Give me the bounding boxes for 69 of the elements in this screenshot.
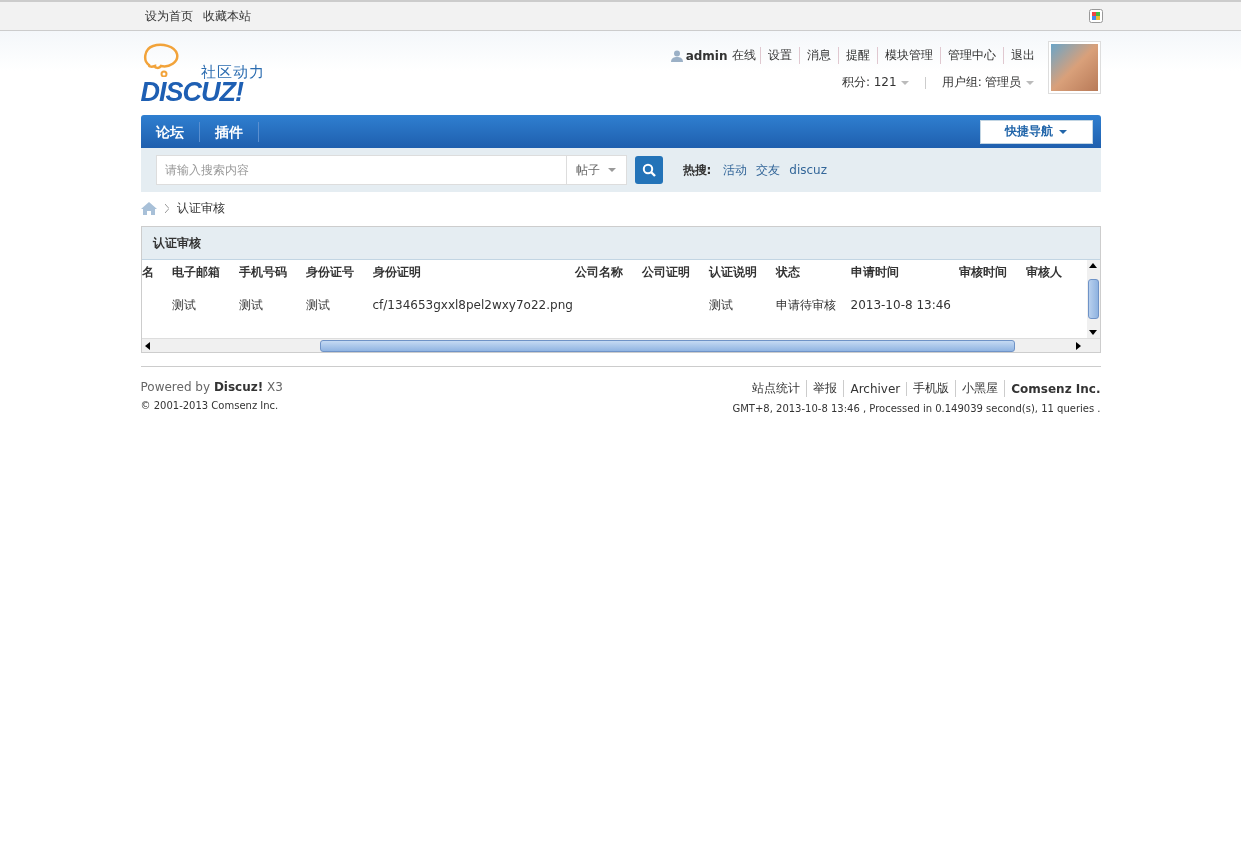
powered-by-text: Powered by Discuz! X3 (140, 380, 283, 394)
table-cell-text: cf/134653gxxl8pel2wxy7o22.png (372, 298, 574, 312)
avatar[interactable] (1047, 41, 1101, 94)
top-link[interactable]: 收藏本站 (202, 7, 251, 25)
username-link[interactable]: admin (685, 48, 728, 63)
user-menu-link[interactable]: 设置 (759, 47, 799, 64)
quick-nav-button[interactable]: 快捷导航 (979, 119, 1093, 144)
user-menu-link[interactable]: 管理中心 (939, 47, 1003, 64)
column-header: 审核人 (1025, 263, 1063, 281)
column-header: 名 (141, 263, 155, 281)
color-palette-icon[interactable] (1088, 9, 1103, 23)
photo-placeholder (1050, 44, 1098, 91)
down-arrow-icon[interactable] (1089, 330, 1097, 335)
nav-tab[interactable]: 插件 (199, 121, 259, 142)
search-field[interactable]: 请输入搜索内容 帖子 (155, 155, 627, 185)
hot-search-label: 热搜: (682, 161, 712, 179)
table-cell-text: 申请待审核 (775, 296, 837, 314)
up-arrow-icon[interactable] (1089, 263, 1097, 268)
table-cell-text: 2013-10-8 13:46 (850, 298, 952, 312)
column-header: 申请时间 (850, 263, 900, 281)
footer-link[interactable]: 小黑屋 (956, 380, 1006, 397)
user-menu-link[interactable]: 退出 (1002, 47, 1042, 64)
column-header: 认证说明 (708, 263, 758, 281)
copyright-text: © 2001-2013 Comsenz Inc. (140, 400, 279, 411)
user-menu-link[interactable]: 消息 (798, 47, 838, 64)
column-header: 公司名称 (574, 263, 624, 281)
horizontal-scrollbar[interactable] (141, 338, 1100, 352)
vertical-scrollbar[interactable] (1086, 260, 1100, 338)
breadcrumb-item: 认证审核 (176, 199, 225, 217)
company-link[interactable]: Comsenz Inc. (1005, 381, 1101, 396)
column-header: 电子邮箱 (171, 263, 221, 281)
caret-icon (1025, 80, 1034, 85)
footer-link[interactable]: 手机版 (907, 380, 957, 397)
column-header: 身份证明 (372, 263, 422, 281)
column-header: 状态 (775, 263, 801, 281)
user-menu-link[interactable]: 模块管理 (876, 47, 940, 64)
nav-tab[interactable]: 论坛 (140, 121, 200, 142)
hot-search-link[interactable]: 交友 (756, 161, 781, 179)
table-cell-text: 测试 (238, 296, 264, 314)
logo-tagline: 社区动力 (200, 63, 265, 82)
table-cell-text: 测试 (171, 296, 197, 314)
user-group-dropdown[interactable]: 用户组: 管理员 (941, 74, 1034, 91)
caret-icon (608, 168, 616, 172)
user-icon (670, 49, 683, 62)
table-cell-text: 测试 (708, 296, 734, 314)
footer-link[interactable]: 举报 (807, 380, 845, 397)
search-icon (641, 163, 656, 177)
right-arrow-icon[interactable] (1075, 341, 1081, 350)
credits-dropdown[interactable]: 积分: 121 (841, 74, 909, 91)
caret-icon (1059, 129, 1067, 134)
hot-search-link[interactable]: discuz (789, 163, 828, 177)
footer-link[interactable]: Archiver (844, 381, 908, 396)
column-header: 公司证明 (641, 263, 691, 281)
panel-title: 认证审核 (141, 227, 1100, 260)
hot-search-link[interactable]: 活动 (723, 161, 748, 179)
column-header: 身份证号 (305, 263, 355, 281)
caret-icon (900, 80, 909, 85)
user-menu-link[interactable]: 提醒 (837, 47, 877, 64)
chevron-icon (164, 203, 169, 213)
top-link[interactable]: 设为首页 (144, 7, 193, 25)
search-button[interactable] (634, 156, 663, 184)
column-header: 审核时间 (958, 263, 1008, 281)
processing-stats: GMT+8, 2013-10-8 13:46 , Processed in 0.149039 second(s), 11 queries . (732, 403, 1101, 414)
column-header: 手机号码 (238, 263, 288, 281)
thought-bubble-icon (142, 43, 181, 77)
left-arrow-icon[interactable] (144, 341, 150, 350)
online-status: 在线 (731, 47, 756, 64)
footer-link[interactable]: 站点统计 (746, 380, 808, 397)
table-cell-text: 测试 (305, 296, 331, 314)
